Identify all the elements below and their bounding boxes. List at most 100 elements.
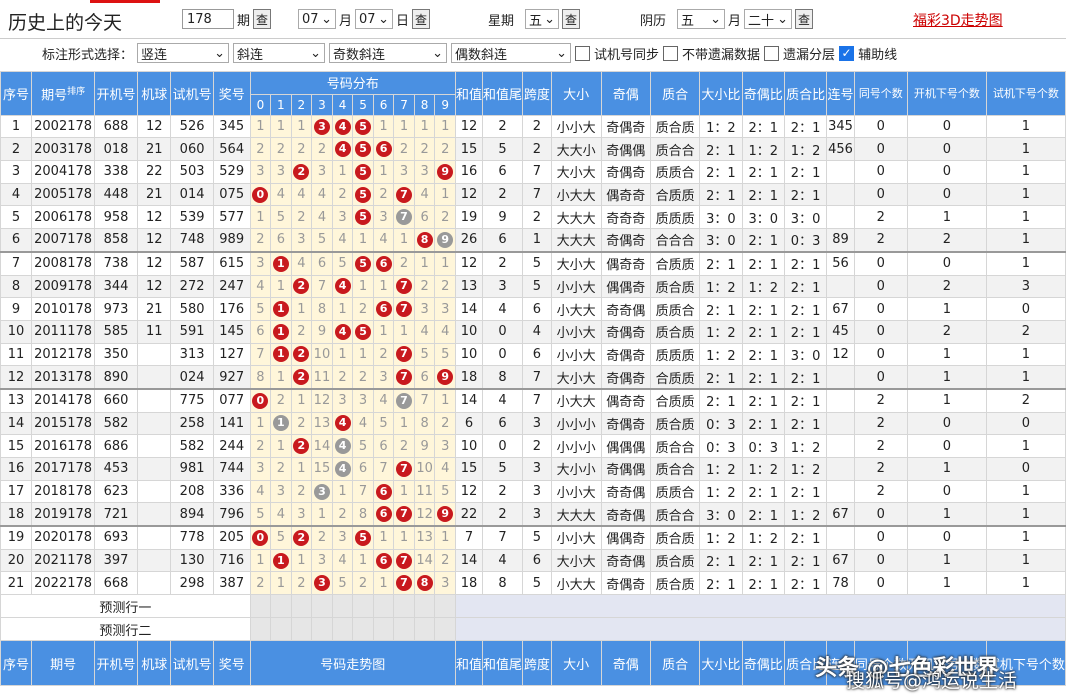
predict-cell[interactable] [311, 594, 333, 619]
sort-icon[interactable]: 排序 [67, 87, 85, 97]
period-input[interactable]: 178 [182, 9, 234, 29]
cell-p: 2021178 [31, 548, 96, 573]
cell-p: 2004178 [31, 160, 96, 184]
cell-th: 0 [853, 297, 908, 321]
cell-sn: 1 [985, 137, 1066, 162]
predict-cell[interactable] [331, 617, 354, 642]
miss-count: 3 [420, 164, 429, 180]
miss-count: 4 [338, 553, 347, 569]
cell-o: 668 [94, 571, 139, 596]
cell-i: 10 [0, 319, 33, 344]
predict-cell[interactable] [434, 617, 456, 642]
miss-count: 8 [358, 506, 368, 522]
miss-count: 4 [358, 415, 368, 431]
vert-select[interactable]: 竖连 ⌄ [137, 43, 230, 63]
period-query-button[interactable]: 查 [253, 9, 272, 29]
cell-sn: 2 [985, 387, 1066, 413]
ball-marker: 1 [272, 301, 289, 318]
miss-count: 3 [379, 369, 388, 385]
ball-marker: 1 [272, 552, 289, 569]
lunar-month-select[interactable]: 五 ⌄ [677, 9, 726, 29]
layer-checkbox[interactable] [764, 45, 780, 61]
dist-cell: 7 [393, 457, 415, 481]
table-row: 14 2015178 582 258 141 1 1 2 13 4 4 5 1 8 2 6 6 3 小小小 奇偶奇 质合… [0, 411, 1066, 436]
ball-marker: 7 [396, 460, 412, 477]
cell-r3: 2：1 [783, 411, 828, 436]
miss-count: 2 [441, 415, 450, 431]
chevron-down-icon: ⌄ [378, 11, 390, 27]
top-bar: 历史上的今天 178 期 查 07 ⌄ 月 07 ⌄ 日 查 星期 五 ⌄ 查 阴历 … [0, 0, 1066, 39]
nomiss-checkbox[interactable] [663, 45, 679, 61]
dist-cell: 5 [311, 228, 333, 253]
predict-cell[interactable] [372, 617, 395, 642]
dist-cell: 2 [352, 571, 374, 596]
dist-cell: 8 [413, 571, 436, 596]
cell-s: 10 [454, 434, 483, 458]
sync-checkbox[interactable] [575, 45, 591, 61]
cell-s: 15 [454, 457, 483, 481]
predict-cell[interactable] [413, 594, 436, 619]
odd-diag-select[interactable]: 奇数斜连 ⌄ [329, 43, 448, 63]
predict-row[interactable]: 预测行二 [0, 617, 1066, 642]
predict-cell[interactable] [372, 594, 395, 619]
weekday-query-button[interactable]: 查 [562, 9, 581, 29]
fc3d-trend-link[interactable]: 福彩3D走势图 [913, 10, 1003, 30]
cell-p: 2019178 [31, 502, 96, 527]
miss-count: 5 [358, 438, 368, 454]
month-select[interactable]: 07 ⌄ [298, 9, 336, 29]
predict-cell[interactable] [270, 594, 292, 619]
weekday-select[interactable]: 五 ⌄ [525, 9, 560, 29]
cell-kn: 0 [906, 411, 987, 436]
cell-r2: 0：3 [741, 434, 785, 458]
predict-cell[interactable] [413, 617, 436, 642]
diag-select-label: 斜连 [237, 47, 264, 63]
predict-cell[interactable] [352, 594, 374, 619]
predict-cell[interactable] [352, 617, 374, 642]
lunar-day-select[interactable]: 二十 ⌄ [744, 9, 793, 29]
predict-cell[interactable] [393, 594, 415, 619]
miss-count: 2 [358, 301, 368, 317]
miss-count: 2 [256, 232, 265, 248]
day-select[interactable]: 07 ⌄ [355, 9, 394, 29]
ball-marker: 1 [272, 415, 289, 432]
predict-cell[interactable] [311, 617, 333, 642]
ball-marker: 2 [293, 163, 310, 180]
digit-header: 6 [372, 93, 395, 116]
cell-sn: 1 [985, 548, 1066, 573]
cell-z: 564 [212, 137, 251, 162]
predict-row[interactable]: 预测行一 [0, 594, 1066, 619]
cell-s: 6 [454, 411, 483, 436]
cell-sn: 1 [985, 342, 1066, 367]
dist-cell: 1 [331, 160, 354, 184]
cell-sp: 5 [521, 274, 552, 299]
dist-cell: 5 [352, 434, 374, 458]
predict-label[interactable]: 预测行一 [0, 594, 251, 619]
even-diag-select[interactable]: 偶数斜连 ⌄ [451, 43, 572, 63]
diag-select[interactable]: 斜连 ⌄ [233, 43, 326, 63]
predict-label[interactable]: 预测行二 [0, 617, 251, 642]
date-query: 07 ⌄ 月 07 ⌄ 日 查 [298, 9, 431, 29]
predict-cell[interactable] [434, 594, 456, 619]
cell-o: 582 [94, 411, 139, 436]
predict-cell[interactable] [290, 594, 313, 619]
chevron-down-icon: ⌄ [214, 45, 226, 61]
dist-cell: 1 [249, 114, 272, 139]
miss-count: 1 [441, 393, 450, 409]
predict-cell[interactable] [249, 594, 272, 619]
miss-count: 7 [358, 484, 368, 500]
lunar-query-button[interactable]: 查 [795, 9, 814, 29]
predict-cell[interactable] [393, 617, 415, 642]
cell-kn: 0 [906, 525, 987, 550]
col-period[interactable]: 期号排序 [31, 71, 96, 116]
predict-cell[interactable] [270, 617, 292, 642]
miss-count: 3 [358, 393, 368, 409]
date-query-button[interactable]: 查 [412, 9, 431, 29]
cell-s: 10 [454, 342, 483, 367]
predict-cell[interactable] [249, 617, 272, 642]
predict-cell[interactable] [331, 594, 354, 619]
dist-cell: 3 [434, 434, 456, 458]
cell-kn: 2 [906, 319, 987, 344]
predict-cell[interactable] [290, 617, 313, 642]
aux-checkbox[interactable]: ✓ [839, 45, 855, 61]
ball-marker: 5 [355, 209, 372, 226]
